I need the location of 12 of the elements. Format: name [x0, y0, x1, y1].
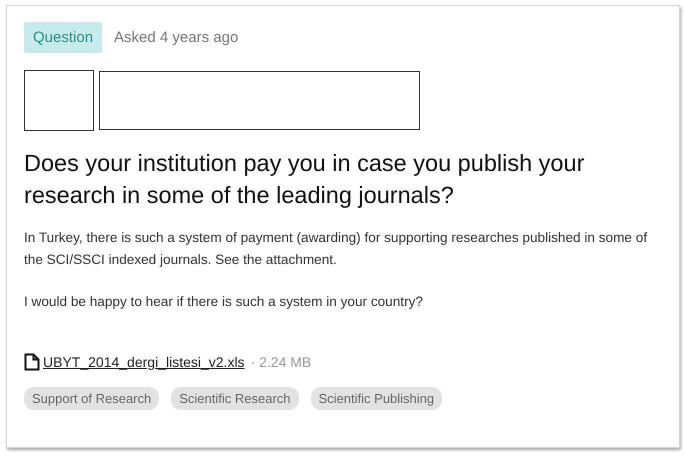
attachment-link[interactable]: UBYT_2014_dergi_listesi_v2.xls: [43, 354, 245, 370]
question-badge: Question: [24, 22, 102, 53]
file-size: · 2.24 MB: [250, 354, 312, 370]
file-icon: [24, 353, 40, 371]
asked-time: Asked 4 years ago: [114, 29, 238, 46]
question-paragraph: In Turkey, there is such a system of payment (awarding) for supporting researches published in some of the SCI/SSCI indexed journals. See the attachment.: [24, 229, 648, 269]
question-paragraph: I would be happy to hear if there is such a system in your country?: [24, 293, 424, 311]
question-title: Does your institution pay you in case you publish your research in some of the leading journals?: [24, 149, 586, 210]
topic-tag[interactable]: Scientific Research: [171, 387, 299, 410]
topic-tag[interactable]: Scientific Publishing: [310, 387, 442, 410]
avatar-placeholder: [24, 70, 94, 131]
topic-tag[interactable]: Support of Research: [24, 387, 160, 410]
